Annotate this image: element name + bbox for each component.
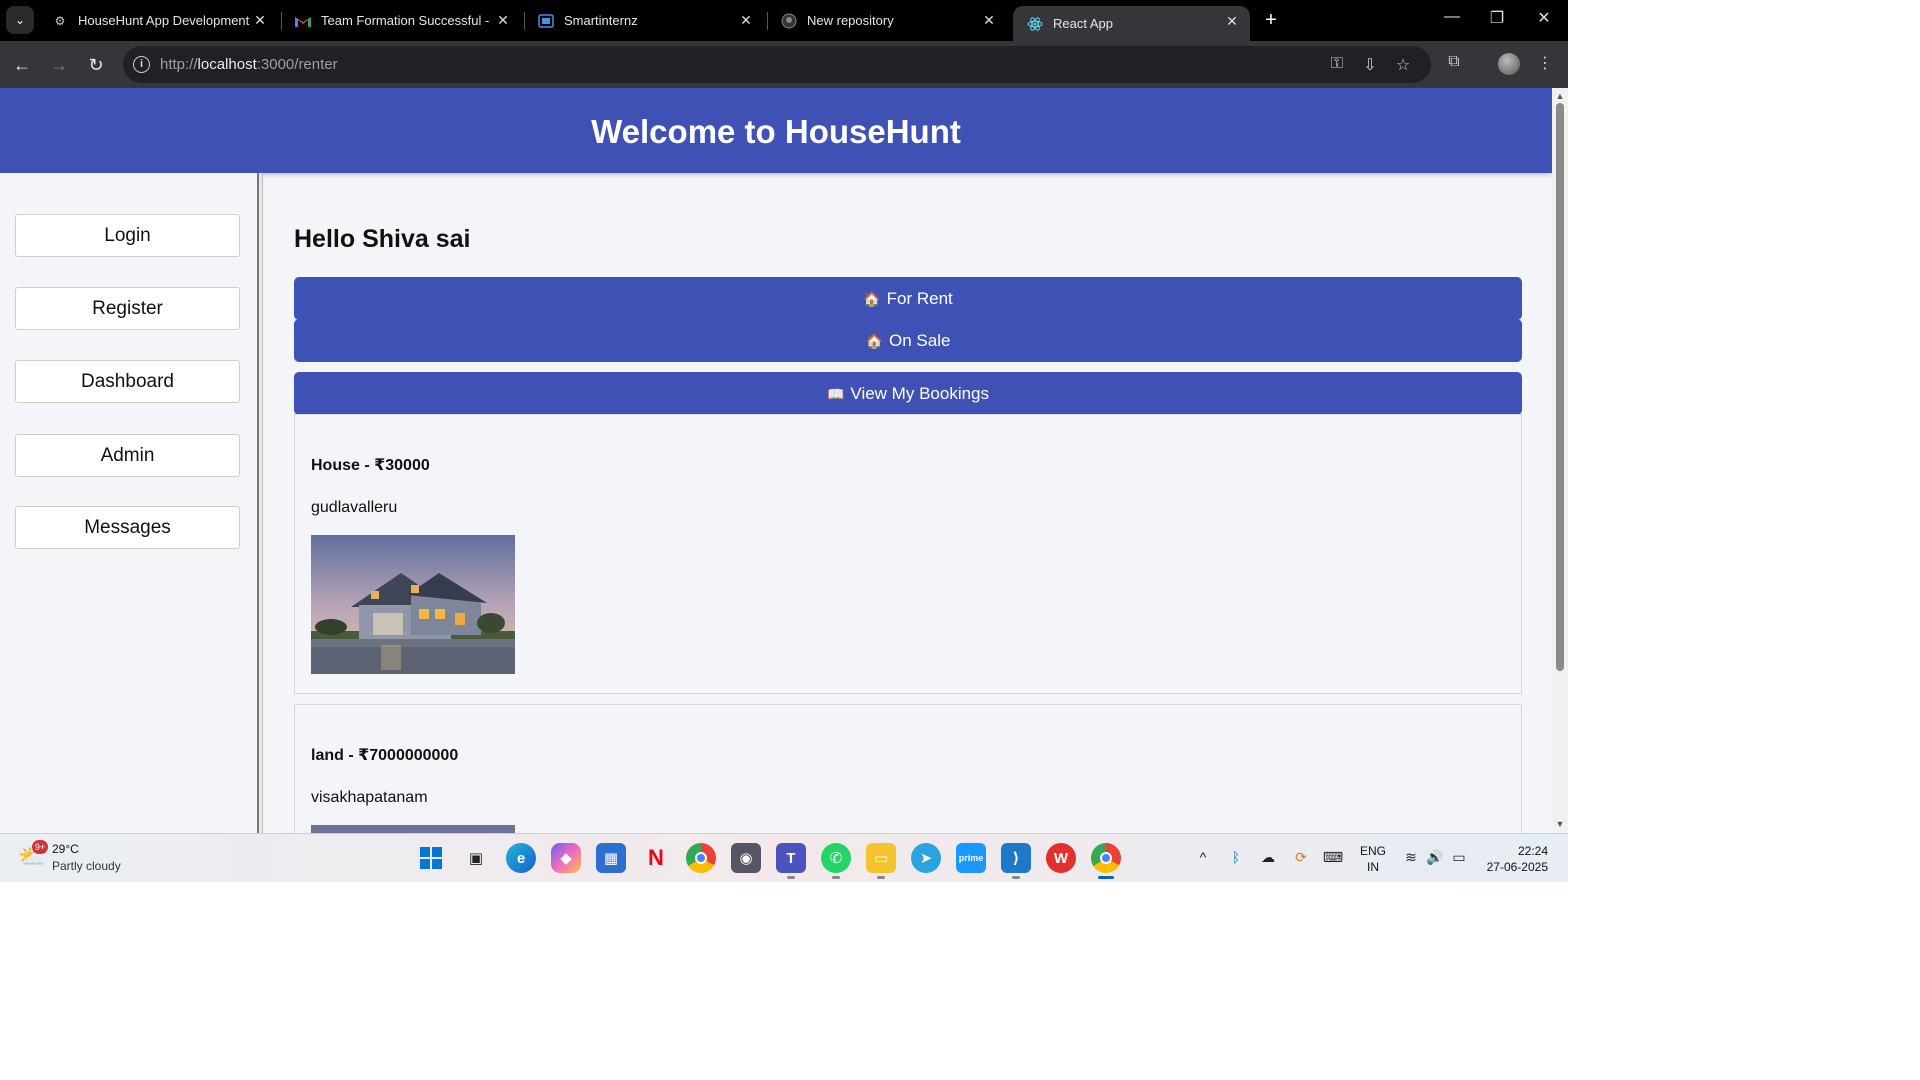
site-info-icon[interactable]: i (133, 56, 150, 73)
chrome-profile-icon[interactable] (1091, 843, 1121, 873)
onedrive-icon[interactable]: ☁ (1257, 849, 1279, 866)
extensions-icon[interactable]: ⧉ (1443, 53, 1465, 71)
chevron-up-icon[interactable]: ^ (1192, 849, 1214, 865)
smartinternz-icon (538, 13, 554, 29)
weather-condition[interactable]: Partly cloudy (52, 859, 121, 873)
keyboard-icon[interactable]: ⌨ (1322, 849, 1344, 866)
scroll-thumb[interactable] (1556, 103, 1564, 671)
forward-arrow-icon[interactable]: → (47, 53, 71, 77)
listing-location: gudlavalleru (311, 499, 398, 516)
battery-icon[interactable]: ▭ (1448, 849, 1470, 866)
wps-office-icon[interactable]: W (1046, 843, 1076, 873)
chrome-icon[interactable] (686, 843, 716, 873)
close-icon[interactable]: ✕ (981, 12, 997, 28)
register-button[interactable]: Register (15, 287, 240, 330)
windows-start-icon[interactable] (416, 843, 446, 873)
wifi-icon[interactable]: ≋ (1400, 849, 1422, 866)
browser-tab-strip: ⌄ ⚙ HouseHunt App Development ✕ Team For… (0, 0, 1568, 41)
messages-button[interactable]: Messages (15, 506, 240, 549)
close-icon[interactable]: ✕ (1224, 13, 1240, 29)
view-bookings-button[interactable]: 📖 View My Bookings (294, 372, 1522, 415)
url-text[interactable]: http://localhost:3000/renter (160, 56, 338, 73)
tab-react-app[interactable]: React App ✕ (1013, 6, 1250, 41)
dashboard-button[interactable]: Dashboard (15, 360, 240, 403)
netflix-icon[interactable]: N (641, 843, 671, 873)
react-icon (1027, 16, 1043, 32)
task-view-icon[interactable]: ▣ (461, 843, 491, 873)
house-icon: 🏠 (863, 291, 881, 307)
restore-icon[interactable]: ❐ (1482, 8, 1512, 28)
sidebar: Login Register Dashboard Admin Messages (0, 173, 257, 833)
profile-avatar[interactable] (1498, 53, 1520, 75)
tab-github[interactable]: New repository ✕ (767, 0, 1007, 41)
whatsapp-icon[interactable]: ✆ (821, 843, 851, 873)
bookmark-star-icon[interactable]: ☆ (1393, 55, 1413, 75)
new-tab-plus-icon[interactable]: + (1260, 10, 1282, 32)
listing-title: land - ₹7000000000 (311, 747, 459, 764)
microsoft-store-icon[interactable]: ▦ (596, 843, 626, 873)
minimize-icon[interactable]: — (1437, 8, 1467, 26)
page-banner-title: Welcome to HouseHunt (0, 88, 1552, 173)
listing-card: House - ₹30000 gudlavalleru (294, 414, 1522, 694)
house-photo (311, 535, 515, 674)
copilot-icon[interactable]: ◆ (551, 843, 581, 873)
weather-badge: 9+ (32, 840, 48, 854)
scroll-down-icon[interactable]: ▼ (1555, 819, 1565, 829)
volume-icon[interactable]: 🔊 (1424, 849, 1446, 866)
login-button[interactable]: Login (15, 214, 240, 257)
windows-taskbar: ⛅ 9+ 29°C Partly cloudy ▣ e ◆ ▦ N ◉ T ✆ … (0, 833, 1568, 882)
reload-icon[interactable]: ↻ (84, 53, 108, 77)
close-icon[interactable]: ✕ (495, 12, 511, 28)
listing-location: visakhapatanam (311, 789, 428, 806)
greeting-heading: Hello Shiva sai (294, 225, 471, 253)
prime-video-icon[interactable]: prime (956, 843, 986, 873)
browser-toolbar: ← → ↻ i http://localhost:3000/renter ⚿ ⇩… (0, 41, 1568, 88)
camera-icon[interactable]: ◉ (731, 843, 761, 873)
back-arrow-icon[interactable]: ← (10, 53, 34, 77)
key-icon[interactable]: ⚿ (1327, 55, 1347, 73)
scroll-up-icon[interactable]: ▲ (1555, 91, 1565, 101)
chevron-down-icon: ⌄ (14, 13, 26, 27)
more-menu-icon[interactable]: ⋮ (1534, 53, 1556, 73)
tab-househunt[interactable]: ⚙ HouseHunt App Development ✕ (38, 0, 278, 41)
on-sale-button[interactable]: 🏠 On Sale (294, 319, 1522, 362)
sync-icon[interactable]: ⟳ (1290, 849, 1312, 866)
window-close-icon[interactable]: ✕ (1529, 8, 1559, 28)
github-icon (781, 13, 797, 29)
house-icon: 🏠 (865, 333, 883, 349)
edge-icon[interactable]: e (506, 843, 536, 873)
gmail-icon (295, 13, 311, 29)
land-photo (311, 825, 515, 833)
file-explorer-icon[interactable]: ▭ (866, 843, 896, 873)
sidebar-divider (257, 173, 263, 833)
web-page: Welcome to HouseHunt Login Register Dash… (0, 88, 1552, 833)
tab-gmail[interactable]: Team Formation Successful - Sm ✕ (281, 0, 521, 41)
tab-smartinternz[interactable]: Smartinternz ✕ (524, 0, 764, 41)
for-rent-button[interactable]: 🏠 For Rent (294, 277, 1522, 320)
gear-icon: ⚙ (54, 13, 66, 28)
bluetooth-icon[interactable]: ᛒ (1225, 849, 1247, 865)
tab-search-button[interactable]: ⌄ (6, 6, 34, 34)
book-icon: 📖 (826, 386, 845, 402)
listing-card: land - ₹7000000000 visakhapatanam (294, 704, 1522, 833)
language-indicator[interactable]: ENG IN (1360, 843, 1386, 875)
close-icon[interactable]: ✕ (738, 12, 754, 28)
admin-button[interactable]: Admin (15, 434, 240, 477)
teams-icon[interactable]: T (776, 843, 806, 873)
telegram-icon[interactable]: ➤ (911, 843, 941, 873)
vscode-icon[interactable]: ⟩ (1001, 843, 1031, 873)
address-bar[interactable]: i http://localhost:3000/renter ⚿ ⇩ ☆ (123, 46, 1431, 83)
weather-temperature[interactable]: 29°C (52, 842, 79, 856)
listing-title: House - ₹30000 (311, 457, 430, 474)
clock[interactable]: 22:24 27-06-2025 (1482, 843, 1548, 875)
page-scrollbar[interactable]: ▲ ▼ (1552, 88, 1568, 833)
install-app-icon[interactable]: ⇩ (1360, 55, 1380, 75)
close-icon[interactable]: ✕ (252, 12, 268, 28)
